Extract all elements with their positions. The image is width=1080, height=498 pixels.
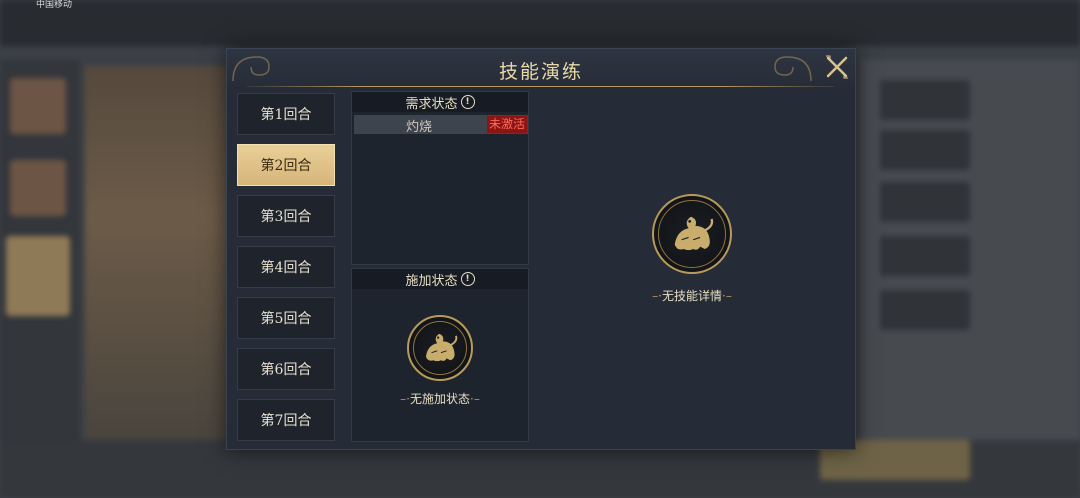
round-label: 第4回合 — [260, 260, 312, 276]
round-button-7[interactable]: 第7回合 — [237, 399, 335, 441]
status-bar: 中国移动 — [0, 0, 1080, 10]
dialog-title: 技能演练 — [498, 61, 583, 83]
info-icon[interactable]: ! — [460, 272, 475, 286]
round-list: 第1回合 第2回合 第3回合 第4回合 第5回合 第6回合 第7回合 — [237, 93, 339, 450]
round-button-6[interactable]: 第6回合 — [237, 348, 335, 390]
round-label: 第6回合 — [260, 362, 312, 378]
skill-practice-dialog: 技能演练 第1回合 第2回合 第3回合 第4回合 第5回合 第6回合 第7回合 … — [226, 48, 856, 450]
round-button-2[interactable]: 第2回合 — [237, 144, 335, 186]
no-skill-detail-label: –·无技能详情·– — [652, 289, 732, 303]
required-state-panel: 需求状态 ! 灼烧 未激活 — [351, 91, 529, 265]
round-button-3[interactable]: 第3回合 — [237, 195, 335, 237]
applied-state-title: 施加状态 — [405, 273, 458, 289]
round-button-1[interactable]: 第1回合 — [237, 93, 335, 135]
close-icon[interactable] — [823, 53, 851, 81]
info-icon[interactable]: ! — [460, 95, 475, 109]
required-state-header: 需求状态 ! — [352, 92, 528, 112]
tiger-emblem-icon — [652, 194, 732, 274]
round-button-5[interactable]: 第5回合 — [237, 297, 335, 339]
no-applied-state-label: –·无施加状态·– — [400, 392, 480, 406]
round-button-4[interactable]: 第4回合 — [237, 246, 335, 288]
carrier-label: 中国移动 — [36, 0, 73, 9]
state-name: 灼烧 — [405, 120, 432, 135]
round-label: 第3回合 — [260, 209, 312, 225]
required-state-title: 需求状态 — [405, 96, 458, 112]
corner-ornament-icon — [774, 56, 812, 82]
tiger-emblem-icon — [407, 315, 473, 381]
round-label: 第1回合 — [260, 107, 312, 123]
inactive-badge: 未激活 — [486, 116, 527, 133]
dialog-title-bar: 技能演练 — [227, 49, 855, 89]
round-label: 第5回合 — [260, 311, 312, 327]
required-state-row: 灼烧 未激活 — [354, 115, 528, 135]
skill-detail-area: –·无技能详情·– — [533, 91, 851, 445]
applied-state-panel: 施加状态 ! –·无施加状态·– — [351, 268, 529, 442]
round-label: 第7回合 — [260, 413, 312, 429]
round-label: 第2回合 — [260, 158, 312, 174]
title-divider — [247, 86, 835, 87]
applied-state-header: 施加状态 ! — [352, 269, 528, 289]
